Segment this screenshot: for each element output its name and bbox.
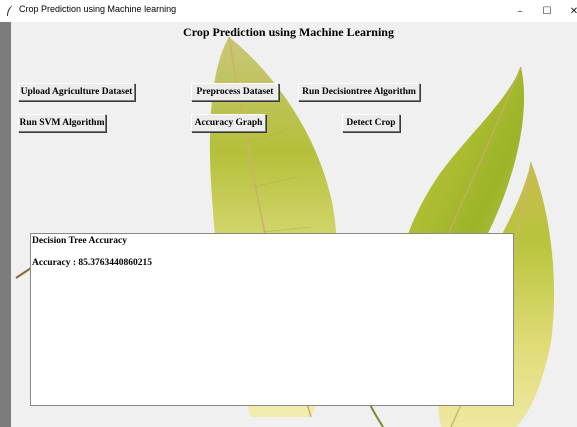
- detect-crop-button[interactable]: Detect Crop: [342, 114, 400, 132]
- output-line-accuracy: Accuracy : 85.3763440860215: [32, 258, 153, 268]
- main-canvas: Crop Prediction using Machine Learning U…: [11, 22, 577, 427]
- run-decisiontree-button[interactable]: Run Decisiontree Algorithm: [298, 83, 420, 101]
- title-bar: Crop Prediction using Machine learning –…: [0, 0, 577, 22]
- maximize-button[interactable]: ☐: [533, 2, 561, 20]
- output-line-title: Decision Tree Accuracy: [32, 236, 127, 246]
- output-textbox[interactable]: Decision Tree Accuracy Accuracy : 85.376…: [30, 233, 514, 406]
- minimize-button[interactable]: –: [506, 2, 534, 20]
- run-svm-button[interactable]: Run SVM Algorithm: [18, 114, 106, 132]
- accuracy-graph-button[interactable]: Accuracy Graph: [191, 114, 266, 132]
- window-title: Crop Prediction using Machine learning: [19, 4, 177, 14]
- upload-dataset-button[interactable]: Upload Agriculture Dataset: [18, 83, 135, 101]
- app-window: Crop Prediction using Machine learning –…: [0, 0, 577, 427]
- preprocess-dataset-button[interactable]: Preprocess Dataset: [191, 83, 279, 101]
- page-title: Crop Prediction using Machine Learning: [183, 25, 394, 39]
- feather-icon: [7, 5, 13, 16]
- window-left-edge: [0, 22, 11, 427]
- close-button[interactable]: ✕: [560, 2, 577, 20]
